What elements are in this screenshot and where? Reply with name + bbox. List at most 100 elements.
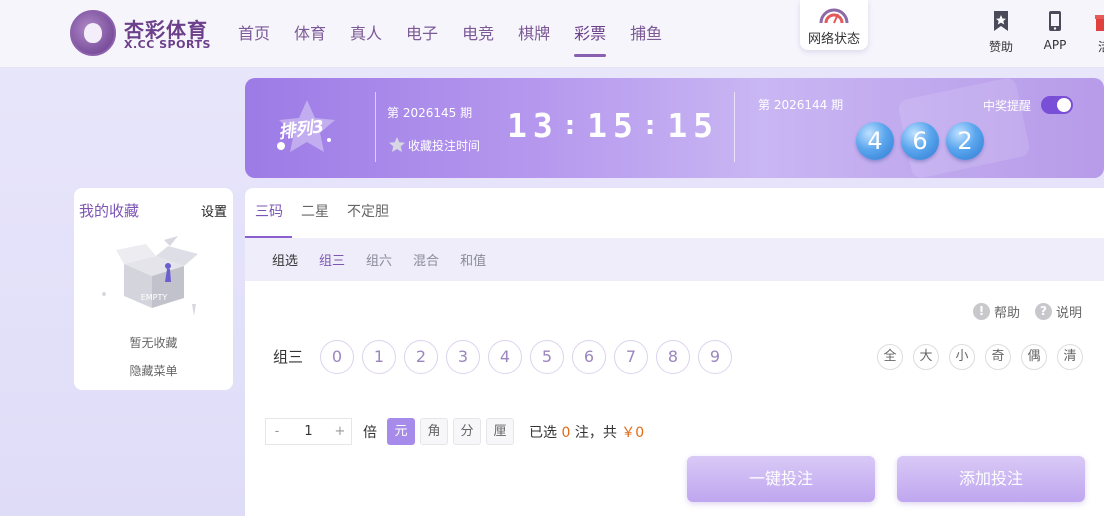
summary-amount: ￥0 [621,424,645,441]
sponsor-label: 赞助 [988,40,1013,54]
star-icon [389,137,405,152]
fav-bet-time-label: 收藏投注时间 [408,138,481,153]
empty-favorites-text: 暂无收藏 [129,336,178,350]
tab-three-code[interactable]: 三码 [245,188,292,238]
panda-logo-icon [70,10,116,56]
subtab-group6[interactable]: 组六 [366,250,392,269]
countdown-timer: 13 : 15 : 15 [507,106,719,145]
quick-select: 全 大 小 奇 偶 清 [877,344,1093,370]
multiple-input[interactable]: 1 [288,424,329,439]
digit-ball[interactable]: 2 [404,340,438,374]
quick-clear-button[interactable]: 清 [1057,344,1083,370]
signal-gauge-icon [819,8,849,24]
add-bet-button[interactable]: 添加投注 [897,456,1085,502]
digit-ball[interactable]: 9 [698,340,732,374]
subtab-group-label: 组选 [272,254,299,269]
unit-yuan-button[interactable]: 元 [387,418,415,445]
win-reminder: 中奖提醒 [983,96,1074,114]
promo-link[interactable]: 活 [1094,10,1104,55]
empty-box-icon: EMPTY [102,236,198,316]
tab-two-star[interactable]: 二星 [292,188,338,238]
multiple-label: 倍 [363,424,377,441]
summary-prefix: 已选 [529,424,557,441]
quick-big-button[interactable]: 大 [913,344,939,370]
gift-icon [1095,15,1104,31]
explain-button[interactable]: ? 说明 [1035,302,1082,321]
empty-badge: EMPTY [141,293,168,302]
countdown-seconds: 15 [667,106,720,145]
result-ball: 4 [856,122,894,160]
help-label: 帮助 [994,306,1021,321]
subtab-group3[interactable]: 组三 [319,250,345,269]
logo-text-en: X.CC SPORTS [124,38,211,51]
digit-ball[interactable]: 3 [446,340,480,374]
subtab-sum[interactable]: 和值 [460,250,486,269]
digit-ball[interactable]: 1 [362,340,396,374]
toggle-knob [1057,98,1072,112]
nav-fishing[interactable]: 捕鱼 [630,20,662,58]
nav-esports[interactable]: 电竞 [462,20,494,58]
sponsor-link[interactable]: 赞助 [986,10,1016,55]
main-nav: 首页 体育 真人 电子 电竞 棋牌 彩票 捕鱼 [238,20,686,58]
stepper-plus-button[interactable]: + [329,424,351,439]
digit-ball[interactable]: 5 [530,340,564,374]
countdown-minutes: 15 [587,106,639,145]
app-link[interactable]: APP [1040,10,1070,52]
bet-settings-row: - 1 + 倍 元 角 分 厘 已选 0 注，共 ￥0 [265,418,644,445]
quick-all-button[interactable]: 全 [877,344,903,370]
network-status-button[interactable]: 网络状态 [800,0,868,50]
unit-li-button[interactable]: 厘 [486,418,514,445]
digit-picker: 0 1 2 3 4 5 6 7 8 9 [320,340,740,374]
banner-divider [734,92,735,162]
quick-small-button[interactable]: 小 [949,344,975,370]
favorites-title: 我的收藏 [79,202,140,220]
promo-label: 活 [1097,40,1104,54]
nav-cards[interactable]: 棋牌 [518,20,550,58]
digit-ball[interactable]: 0 [320,340,354,374]
bookmark-star-icon [994,11,1008,31]
exclamation-icon: ! [973,303,990,320]
quick-even-button[interactable]: 偶 [1021,344,1047,370]
result-ball: 2 [946,122,984,160]
bet-summary: 已选 0 注，共 ￥0 [529,422,644,442]
summary-count: 0 [561,424,571,441]
unit-fen-button[interactable]: 分 [453,418,481,445]
current-issue: 第 2026145 期 [387,106,473,120]
explain-label: 说明 [1056,306,1083,321]
lottery-banner: 排列3 第 2026145 期 收藏投注时间 13 : 15 : 15 第 20… [245,78,1104,178]
question-icon: ? [1035,303,1052,320]
quick-bet-button[interactable]: 一键投注 [687,456,875,502]
nav-live[interactable]: 真人 [350,20,382,58]
help-button[interactable]: ! 帮助 [973,302,1020,321]
nav-lottery[interactable]: 彩票 [574,20,607,58]
multiple-stepper: - 1 + [265,418,352,445]
site-logo[interactable]: 杏彩体育 X.CC SPORTS [70,10,220,56]
countdown-hours: 13 [507,106,559,145]
win-reminder-label: 中奖提醒 [983,98,1032,113]
countdown-sep: : [564,110,576,141]
fav-bet-time-button[interactable]: 收藏投注时间 [388,136,480,154]
countdown-sep: : [644,110,656,141]
nav-slots[interactable]: 电子 [406,20,438,58]
digit-ball[interactable]: 4 [488,340,522,374]
quick-odd-button[interactable]: 奇 [985,344,1011,370]
play-tabs: 三码 二星 不定胆 [245,188,1104,238]
nav-home[interactable]: 首页 [238,20,270,58]
subtab-mixed[interactable]: 混合 [413,250,439,269]
sub-tabs: 组选 组三 组六 混合 和值 [245,238,1104,281]
digit-ball[interactable]: 7 [614,340,648,374]
summary-mid: 注，共 [574,424,617,441]
banner-divider [375,92,376,162]
app-label: APP [1043,38,1067,52]
stepper-minus-button[interactable]: - [266,424,288,439]
nav-sports[interactable]: 体育 [294,20,326,58]
favorites-settings-button[interactable]: 设置 [201,201,227,220]
hide-menu-button[interactable]: 隐藏菜单 [74,362,233,379]
digit-ball[interactable]: 8 [656,340,690,374]
unit-jiao-button[interactable]: 角 [420,418,448,445]
win-reminder-toggle[interactable] [1041,96,1074,114]
tab-unfixed[interactable]: 不定胆 [338,188,398,238]
result-ball: 6 [901,122,939,160]
digit-ball[interactable]: 6 [572,340,606,374]
network-status-label: 网络状态 [807,32,860,47]
